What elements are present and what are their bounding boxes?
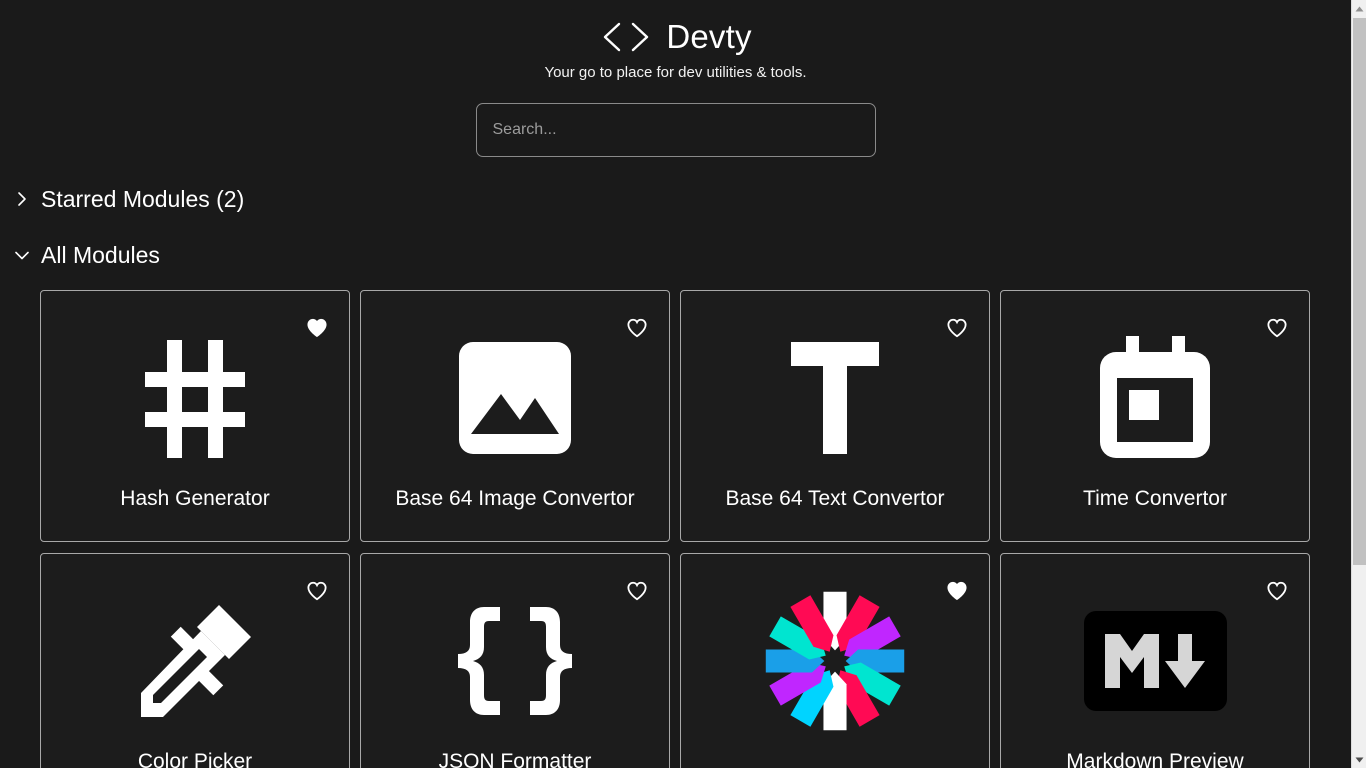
hash-icon <box>139 333 251 463</box>
module-card[interactable]: Base 64 Image Convertor <box>360 290 670 542</box>
module-card[interactable]: Time Convertor <box>1000 290 1310 542</box>
heart-outline-icon[interactable] <box>625 316 649 340</box>
image-icon <box>457 333 573 463</box>
module-label: Base 64 Text Convertor <box>725 487 945 510</box>
markdown-badge <box>1083 611 1227 711</box>
brand: Devty <box>0 17 1351 57</box>
markdown-icon <box>1083 596 1227 726</box>
section-label-starred-modules: Starred Modules (2) <box>41 186 245 212</box>
module-label: JSON Formatter <box>438 750 592 768</box>
module-grid: Hash Generator Base 64 Image Convertor B… <box>40 290 1351 768</box>
module-card[interactable]: JSON Formatter <box>360 553 670 768</box>
module-label: Base 64 Image Convertor <box>395 487 635 510</box>
scrollbar-thumb[interactable] <box>1353 18 1366 565</box>
module-label: Markdown Preview <box>1066 750 1244 768</box>
module-card[interactable]: Hash Generator <box>40 290 350 542</box>
module-label: Time Convertor <box>1083 487 1227 510</box>
heart-outline-icon[interactable] <box>1265 579 1289 603</box>
page-viewport: Devty Your go to place for dev utilities… <box>0 0 1351 768</box>
chevron-right-icon <box>12 189 32 209</box>
section-label-all-modules: All Modules <box>41 242 160 268</box>
scroll-up-arrow-icon[interactable] <box>1352 0 1366 17</box>
search-bar <box>0 103 1351 157</box>
section-header-starred-modules[interactable]: Starred Modules (2) <box>0 185 1351 213</box>
colorful-pinwheel-icon <box>764 591 906 731</box>
module-card[interactable] <box>680 553 990 768</box>
chevron-down-icon <box>12 245 32 265</box>
calendar-icon <box>1096 333 1214 463</box>
heart-outline-icon[interactable] <box>1265 316 1289 340</box>
heart-outline-icon[interactable] <box>945 316 969 340</box>
heart-filled-icon[interactable] <box>305 316 329 340</box>
text-t-icon <box>787 333 883 463</box>
module-card[interactable]: Color Picker <box>40 553 350 768</box>
scroll-down-arrow-icon[interactable] <box>1352 751 1366 768</box>
tagline: Your go to place for dev utilities & too… <box>544 64 807 81</box>
heart-outline-icon[interactable] <box>625 579 649 603</box>
page-title: Devty <box>666 18 752 55</box>
eyedropper-icon <box>133 596 257 726</box>
section-header-all-modules[interactable]: All Modules <box>0 241 1351 269</box>
module-label: Hash Generator <box>120 487 270 510</box>
devty-app: Devty Your go to place for dev utilities… <box>0 0 1366 768</box>
module-card[interactable]: Markdown Preview <box>1000 553 1310 768</box>
heart-outline-icon[interactable] <box>305 579 329 603</box>
curly-braces-icon <box>454 596 576 726</box>
vertical-scrollbar[interactable] <box>1351 0 1366 768</box>
module-card[interactable]: Base 64 Text Convertor <box>680 290 990 542</box>
code-chevrons-icon <box>599 17 653 57</box>
heart-filled-icon[interactable] <box>945 579 969 603</box>
module-label: Color Picker <box>137 750 253 768</box>
page-header: Devty Your go to place for dev utilities… <box>0 0 1351 82</box>
search-input[interactable] <box>475 103 876 157</box>
